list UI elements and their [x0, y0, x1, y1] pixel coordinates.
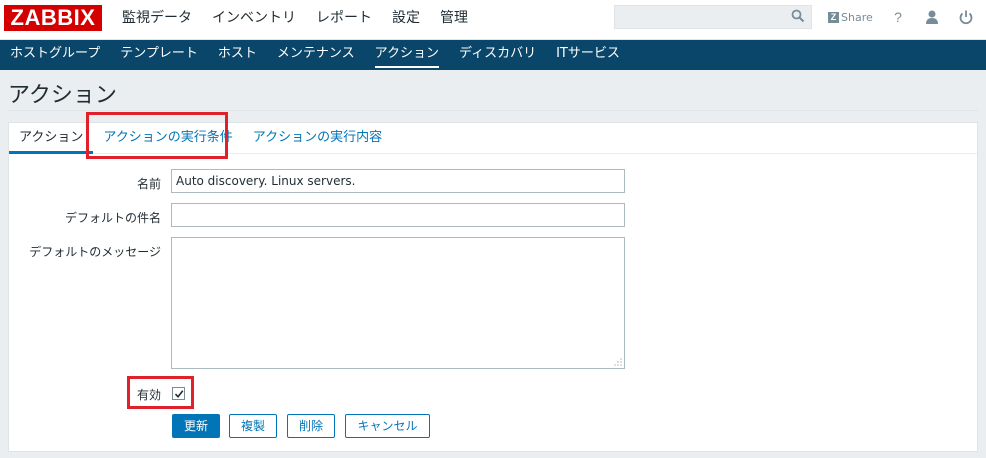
menu-inventory[interactable]: インベントリ	[202, 0, 306, 40]
enabled-label: 有効	[136, 388, 161, 402]
power-icon[interactable]	[958, 9, 974, 25]
search-box	[614, 5, 812, 29]
enabled-checkbox[interactable]	[172, 387, 185, 400]
subject-field[interactable]	[171, 203, 625, 227]
tab-action[interactable]: アクション	[9, 123, 94, 154]
message-textarea[interactable]	[171, 237, 625, 369]
zabbix-share-icon: Z	[828, 11, 839, 23]
page-title: アクション	[8, 83, 117, 108]
menu-reports[interactable]: レポート	[306, 0, 382, 40]
resize-handle-icon[interactable]	[614, 358, 622, 366]
subject-label: デフォルトの件名	[64, 211, 161, 225]
title-divider	[8, 110, 978, 111]
tab-operations[interactable]: アクションの実行内容	[243, 123, 392, 153]
cancel-button[interactable]: キャンセル	[345, 414, 430, 438]
search-icon[interactable]	[791, 9, 805, 23]
tab-bar: アクション アクションの実行条件 アクションの実行内容	[9, 123, 977, 154]
svg-text:?: ?	[894, 9, 902, 25]
message-label: デフォルトのメッセージ	[29, 245, 161, 259]
submenu-maintenance[interactable]: メンテナンス	[267, 40, 365, 70]
tab-conditions[interactable]: アクションの実行条件	[93, 123, 242, 153]
action-form-panel: アクション アクションの実行条件 アクションの実行内容 名前 デフォルトの件名 …	[8, 122, 978, 452]
delete-button[interactable]: 削除	[287, 414, 335, 438]
help-icon[interactable]: ?	[890, 9, 906, 25]
submenu-host-groups[interactable]: ホストグループ	[0, 40, 110, 70]
share-link[interactable]: Z Share	[828, 10, 873, 24]
sub-menu: ホストグループ テンプレート ホスト メンテナンス アクション ディスカバリ I…	[0, 40, 986, 70]
submenu-actions[interactable]: アクション	[365, 40, 449, 70]
main-menu: 監視データ インベントリ レポート 設定 管理	[112, 0, 478, 40]
name-field[interactable]	[171, 169, 625, 193]
share-label: Share	[841, 10, 873, 24]
menu-configuration[interactable]: 設定	[382, 0, 430, 40]
name-label: 名前	[136, 177, 161, 191]
clone-button[interactable]: 複製	[229, 414, 277, 438]
submenu-discovery[interactable]: ディスカバリ	[449, 40, 546, 70]
menu-monitoring[interactable]: 監視データ	[112, 0, 202, 40]
search-input[interactable]	[615, 6, 787, 28]
submenu-templates[interactable]: テンプレート	[110, 40, 208, 70]
submenu-hosts[interactable]: ホスト	[208, 40, 267, 70]
update-button[interactable]: 更新	[172, 414, 220, 438]
top-header: ZABBIX 監視データ インベントリ レポート 設定 管理 Z Share ?	[0, 0, 986, 40]
submenu-it-services[interactable]: ITサービス	[546, 40, 630, 70]
zabbix-logo[interactable]: ZABBIX	[4, 5, 102, 31]
checkmark-icon	[174, 390, 184, 399]
menu-administration[interactable]: 管理	[430, 0, 478, 40]
user-icon[interactable]	[924, 9, 940, 25]
